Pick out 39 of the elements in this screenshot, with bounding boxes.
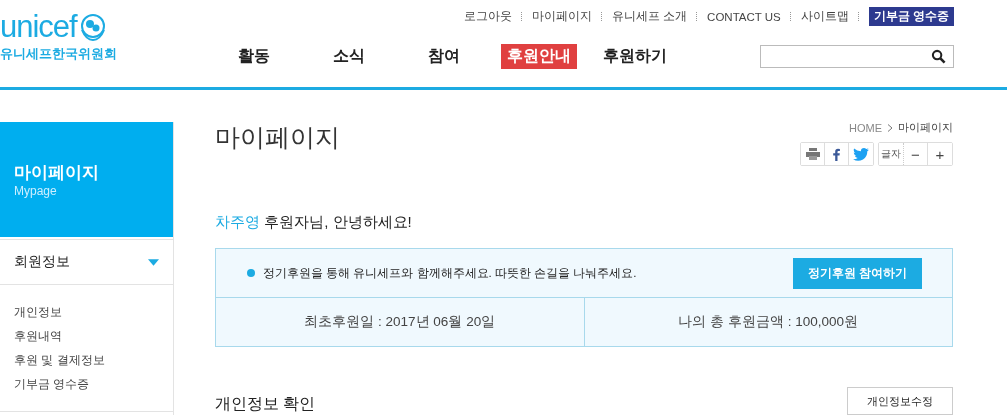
stat-cell-text: 최초후원일 : 2017년 06월 20일 [303, 313, 497, 331]
stat-cell: 나의 총 후원금액 : 100,000원 [583, 298, 952, 346]
section-title: 개인정보 확인 [215, 394, 316, 414]
print-button[interactable] [801, 143, 825, 165]
chevron-icon [887, 123, 893, 132]
utility-link[interactable]: 마이페이지 [531, 9, 592, 24]
printer-icon [805, 148, 820, 160]
search-field[interactable] [760, 44, 954, 68]
nav-item[interactable]: 후원하기 [587, 43, 682, 69]
sidebar-item[interactable]: 후원내역 [14, 328, 159, 345]
sidebar-item[interactable]: 개인정보 [14, 304, 159, 321]
breadcrumb-link[interactable]: HOME [849, 121, 882, 134]
notice-text: 정기후원을 통해 유니세프와 함께해주세요. 따뜻한 손길을 나눠주세요. [263, 265, 637, 281]
section-label: 회원정보 [14, 253, 70, 271]
bird-icon [853, 147, 869, 161]
edit-button[interactable]: 개인정보수정 [847, 387, 953, 415]
greeting-text: 차주영 후원자님, 안녕하세요! [215, 213, 413, 231]
receipt-button[interactable]: 기부금 영수증 [868, 7, 954, 26]
nav-item[interactable]: 참여 [396, 43, 491, 69]
utility-link[interactable]: 로그아웃 [463, 9, 512, 24]
font-size-label: 글자 [879, 143, 904, 165]
breadcrumb-link[interactable]: 마이페이지 [898, 120, 953, 135]
page-title: 마이페이지 [215, 122, 340, 153]
bullet-icon [247, 269, 255, 277]
caret-icon [148, 258, 159, 266]
nav-item[interactable]: 소식 [301, 43, 396, 69]
utility-link[interactable]: 유니세프 소개 [611, 9, 688, 24]
sidebar-item[interactable]: 후원 및 결제정보 [14, 352, 159, 369]
sidebar-section[interactable]: 회원정보 [0, 239, 173, 285]
sidebar-title: 마이페이지 [14, 162, 100, 184]
utility-link[interactable]: CONTACT US [707, 10, 781, 23]
search-icon[interactable] [931, 48, 946, 64]
utility-link[interactable]: 사이트맵 [800, 9, 849, 24]
facebook-icon [833, 147, 840, 161]
sidebar-item[interactable]: 기부금 영수증 [14, 376, 159, 393]
nav-item[interactable]: 활동 [206, 43, 301, 69]
sidebar-subtitle: Mypage [14, 184, 58, 198]
logo-subtitle: 유니세프한국위원회 [0, 45, 118, 63]
nav-item[interactable]: 후원안내 [501, 43, 577, 69]
